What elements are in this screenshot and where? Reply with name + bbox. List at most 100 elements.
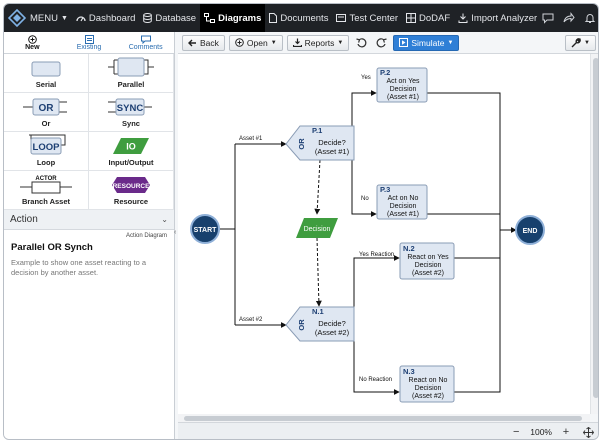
diagram-canvas[interactable]: Asset #1 Asset #2 Yes No Yes Reaction No… (178, 54, 590, 414)
node-n3[interactable]: N.3 React on No Decision (Asset #2) (399, 365, 455, 403)
edge-p2-merge (427, 92, 501, 230)
tab-comments[interactable]: Comments (117, 32, 174, 53)
zoom-in-button[interactable]: + (558, 425, 574, 439)
edge-label-no-reaction: No Reaction (359, 377, 392, 383)
edge-p1-to-decision (314, 159, 321, 215)
resource-shape-glyph: RESOURCE (113, 183, 151, 190)
document-icon (269, 13, 278, 23)
palette-or-label: Or (41, 119, 51, 128)
edge-p1-yes (351, 90, 377, 142)
caret-down-icon: ▼ (584, 39, 590, 46)
end-node[interactable]: END (515, 215, 545, 245)
app-window: MENU ▼ Dashboard Database Diagrams Docum… (3, 3, 599, 440)
palette-input-output-label: Input/Output (108, 158, 154, 167)
zoom-level: 100% (530, 427, 552, 437)
node-p2[interactable]: P.2 Act on Yes Decision (Asset #1) (376, 67, 428, 103)
simulate-button[interactable]: Simulate ▼ (393, 34, 460, 51)
zoom-controls: − 100% + (508, 425, 596, 439)
node-p2-line3: (Asset #1) (387, 94, 419, 101)
palette-sync-label: Sync (122, 119, 140, 128)
tab-new-label: New (25, 43, 40, 51)
actor-shape-icon: ACTOR (20, 176, 72, 194)
edge-label-yes: Yes (361, 75, 371, 81)
palette-or[interactable]: OR Or (4, 93, 89, 132)
edge-label-yes-reaction: Yes Reaction (359, 252, 394, 258)
nav-dashboard-label: Dashboard (88, 12, 136, 24)
horizontal-scrollbar[interactable] (178, 414, 590, 422)
palette-sync[interactable]: SYNC Sync (89, 93, 174, 132)
palette-resource[interactable]: RESOURCE Resource (89, 171, 174, 210)
edge-p1-no (351, 142, 377, 217)
node-p3-line2: Decision (390, 203, 417, 210)
palette-parallel-label: Parallel (117, 80, 145, 89)
vertical-scrollbar[interactable] (590, 54, 598, 414)
nav-dashboard[interactable]: Dashboard (72, 4, 139, 32)
action-header-label: Action (10, 214, 38, 225)
palette-serial-label: Serial (35, 80, 57, 89)
node-p1[interactable]: OR P.1 Decide? (Asset #1) (285, 125, 355, 161)
left-panel-tabs: New Existing Comments (4, 32, 174, 54)
or-shape-glyph: OR (39, 103, 55, 114)
dodaf-icon (406, 13, 417, 23)
app-logo-icon[interactable] (8, 4, 26, 32)
undo-icon[interactable] (353, 35, 369, 51)
edge-n3-merge (454, 230, 501, 393)
palette-parallel[interactable]: Parallel (89, 54, 174, 93)
chat-icon[interactable] (541, 11, 555, 25)
nav-diagrams[interactable]: Diagrams (200, 4, 266, 32)
node-n2[interactable]: N.2 React on Yes Decision (Asset #2) (399, 242, 455, 280)
nav-database[interactable]: Database (139, 4, 200, 32)
node-n1-or: OR (297, 319, 306, 331)
node-n3-id: N.3 (403, 367, 415, 376)
tab-existing[interactable]: Existing (61, 32, 118, 53)
redo-icon[interactable] (373, 35, 389, 51)
zoom-out-button[interactable]: − (508, 425, 524, 439)
open-label: Open (246, 37, 268, 48)
decision-io-node[interactable]: Decision (296, 218, 338, 238)
node-p3-id: P.3 (380, 185, 390, 194)
tools-button[interactable]: ▼ (565, 34, 596, 51)
loop-shape-glyph: LOOP (33, 142, 61, 153)
vertical-scroll-thumb[interactable] (593, 58, 598, 398)
actor-shape-glyph: ACTOR (35, 176, 57, 182)
diagram-icon (204, 13, 216, 23)
node-p3[interactable]: P.3 Act on No Decision (Asset #1) (376, 184, 428, 220)
reports-button[interactable]: Reports ▼ (286, 34, 350, 51)
open-button[interactable]: Open ▼ (228, 34, 283, 51)
dashboard-icon (76, 16, 86, 22)
horizontal-scroll-thumb[interactable] (184, 416, 582, 421)
edge-label-asset1: Asset #1 (239, 136, 263, 142)
left-panel: New Existing Comments Serial Parallel OR (4, 32, 175, 439)
start-node[interactable]: START (190, 214, 220, 244)
wrench-icon (571, 37, 581, 47)
nav-documents[interactable]: Documents (265, 4, 332, 32)
nav-test-center[interactable]: Test Center (332, 4, 402, 32)
shape-palette: Serial Parallel OR Or SYNC Sync LOOP Loo… (4, 54, 174, 210)
bell-icon[interactable] (583, 11, 597, 25)
palette-serial[interactable]: Serial (4, 54, 89, 93)
palette-branch-asset[interactable]: ACTOR Branch Asset (4, 171, 89, 210)
back-label: Back (200, 37, 219, 48)
node-p2-line1: Act on Yes (386, 78, 420, 85)
edge-n1-yes (353, 255, 400, 325)
palette-loop[interactable]: LOOP Loop (4, 132, 89, 171)
node-n1-line2: (Asset #2) (315, 328, 350, 337)
chevron-down-icon: ⌄ (161, 215, 168, 224)
action-section-header[interactable]: Action ⌄ (4, 210, 174, 230)
palette-input-output[interactable]: IO Input/Output (89, 132, 174, 171)
node-n1[interactable]: OR N.1 Decide? (Asset #2) (285, 306, 355, 342)
nav-dodaf-label: DoDAF (419, 12, 451, 24)
back-button[interactable]: Back (182, 34, 225, 51)
caret-down-icon: ▼ (447, 39, 454, 46)
parallel-shape-icon (108, 57, 154, 77)
nav-dodaf[interactable]: DoDAF (402, 4, 454, 32)
tab-new[interactable]: New (4, 32, 61, 53)
menu-button[interactable]: MENU ▼ (26, 4, 72, 32)
node-p1-or: OR (297, 138, 306, 150)
list-icon (84, 34, 94, 44)
plus-circle-icon (28, 34, 37, 44)
diagram-description: Example to show one asset reacting to a … (11, 258, 147, 277)
share-icon[interactable] (562, 11, 576, 25)
nav-import-analyzer[interactable]: Import Analyzer (454, 4, 541, 32)
fit-to-screen-icon[interactable] (580, 425, 596, 439)
